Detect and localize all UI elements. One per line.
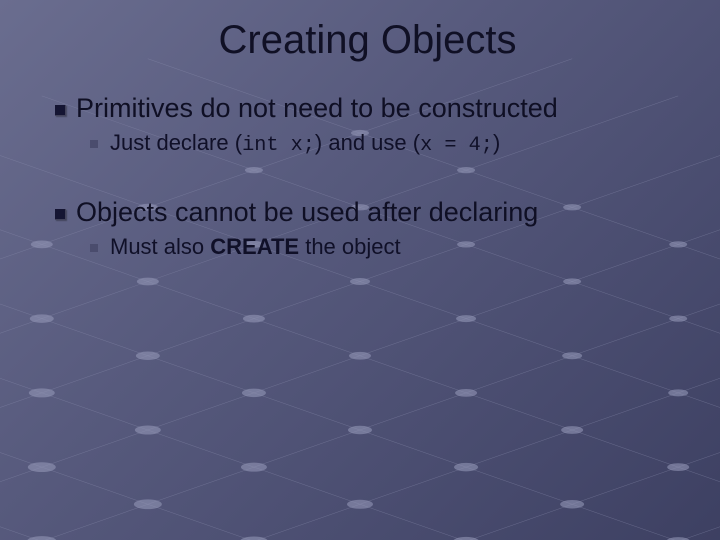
sub-list-item-text: Must also CREATE the object: [110, 234, 401, 260]
square-bullet-icon: [90, 244, 98, 252]
slide-content: Creating Objects Primitives do not need …: [0, 0, 720, 260]
bold-text: CREATE: [210, 234, 299, 259]
square-bullet-icon: [55, 209, 66, 220]
list-item-text: Objects cannot be used after declaring: [76, 197, 538, 228]
list-item-text: Primitives do not need to be constructed: [76, 93, 558, 124]
code-snippet: x = 4;: [420, 134, 493, 157]
list-item: Primitives do not need to be constructed: [55, 93, 680, 124]
slide-title: Creating Objects: [55, 18, 680, 63]
list-item: Objects cannot be used after declaring: [55, 197, 680, 228]
square-bullet-icon: [55, 105, 66, 116]
sub-list-item: Just declare (int x;) and use (x = 4;): [90, 130, 680, 157]
sub-list-item-text: Just declare (int x;) and use (x = 4;): [110, 130, 500, 157]
sub-list-item: Must also CREATE the object: [90, 234, 680, 260]
slide: Creating Objects Primitives do not need …: [0, 0, 720, 540]
square-bullet-icon: [90, 140, 98, 148]
code-snippet: int x;: [242, 134, 315, 157]
